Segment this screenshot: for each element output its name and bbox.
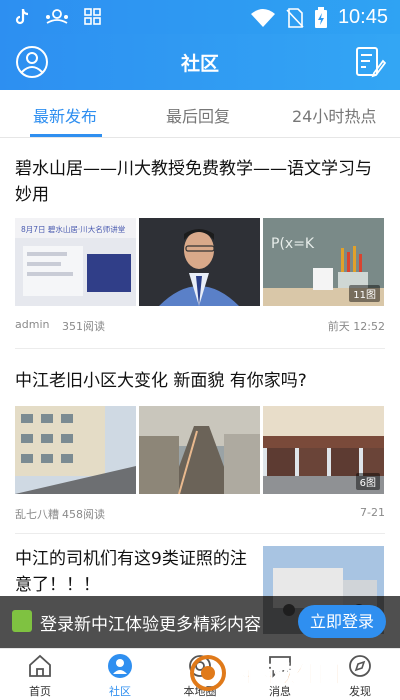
tab-last-reply[interactable]: 最后回复 — [166, 103, 230, 127]
home-icon — [29, 654, 51, 677]
post-author[interactable]: admin — [15, 318, 49, 331]
login-prompt-banner: 登录新中江体验更多精彩内容 立即登录 — [0, 596, 400, 648]
tab-24h-hot[interactable]: 24小时热点 — [292, 103, 376, 127]
post-image[interactable]: 6图 — [263, 406, 384, 494]
nav-label: 首页 — [29, 685, 51, 698]
login-prompt-text: 登录新中江体验更多精彩内容 — [40, 615, 261, 635]
post-image[interactable] — [15, 406, 136, 494]
feed-tabs: 最新发布 最后回复 24小时热点 — [0, 90, 400, 138]
tiktok-icon — [15, 8, 29, 25]
nav-community[interactable]: 社区 — [80, 649, 160, 700]
wifi-icon — [250, 8, 275, 27]
post-image[interactable] — [139, 406, 260, 494]
post-title[interactable]: 中江老旧小区大变化 新面貌 有你家吗? — [15, 368, 385, 394]
login-button[interactable]: 立即登录 — [298, 605, 386, 638]
svg-text:P(x=K: P(x=K — [271, 236, 315, 252]
page-title: 社区 — [180, 53, 219, 75]
image-count-badge: 6图 — [355, 473, 380, 490]
post-item[interactable]: 中江的司机们有这9类证照的注意了！！！ — [15, 546, 385, 634]
watermark-text: 西西软件园 — [230, 662, 340, 688]
community-icon — [108, 654, 132, 678]
site-watermark: 西西软件园 — [190, 655, 340, 691]
post-title[interactable]: 中江的司机们有这9类证照的注意了！！！ — [15, 546, 255, 598]
post-time: 7-21 — [360, 506, 385, 519]
post-title[interactable]: 碧水山居——川大教授免费教学——语文学习与妙用 — [15, 156, 385, 208]
status-bar: 10:45 — [0, 0, 400, 34]
post-image[interactable] — [139, 218, 260, 306]
no-sim-icon — [286, 7, 304, 28]
post-thumbnails: 8月7日 碧水山居·川大名师讲堂 P(x=K 11图 — [15, 218, 384, 306]
slide-caption: 8月7日 碧水山居·川大名师讲堂 — [21, 224, 126, 234]
divider — [15, 533, 385, 534]
post-views: 351阅读 — [62, 320, 105, 333]
post-image[interactable]: 8月7日 碧水山居·川大名师讲堂 — [15, 218, 136, 306]
active-tab-indicator — [30, 134, 102, 137]
post-time: 前天 12:52 — [327, 320, 385, 333]
post-item[interactable]: 碧水山居——川大教授免费教学——语文学习与妙用 8月7日 碧水山居·川大名师讲堂 — [15, 156, 385, 333]
divider — [15, 348, 385, 349]
image-count-badge: 11图 — [349, 285, 380, 302]
post-item[interactable]: 中江老旧小区大变化 新面貌 有你家吗? 6图 乱七八糟 458阅读 7-21 — [15, 368, 385, 521]
app-header: 社区 — [0, 34, 400, 90]
post-author[interactable]: 乱七八糟 — [15, 506, 59, 522]
post-views: 458阅读 — [62, 508, 105, 521]
post-feed: 碧水山居——川大教授免费教学——语文学习与妙用 8月7日 碧水山居·川大名师讲堂 — [0, 138, 400, 648]
cloud-link-icon — [46, 9, 68, 24]
status-time: 10:45 — [337, 6, 388, 28]
post-image[interactable]: P(x=K 11图 — [263, 218, 384, 306]
app-logo-icon — [12, 610, 32, 632]
post-thumbnails: 6图 — [15, 406, 384, 494]
compose-post-icon[interactable] — [352, 45, 386, 79]
nav-home[interactable]: 首页 — [0, 649, 80, 700]
tab-latest[interactable]: 最新发布 — [33, 103, 97, 127]
battery-charging-icon — [314, 6, 327, 28]
nav-label: 社区 — [109, 685, 131, 698]
apps-grid-icon — [84, 8, 101, 25]
